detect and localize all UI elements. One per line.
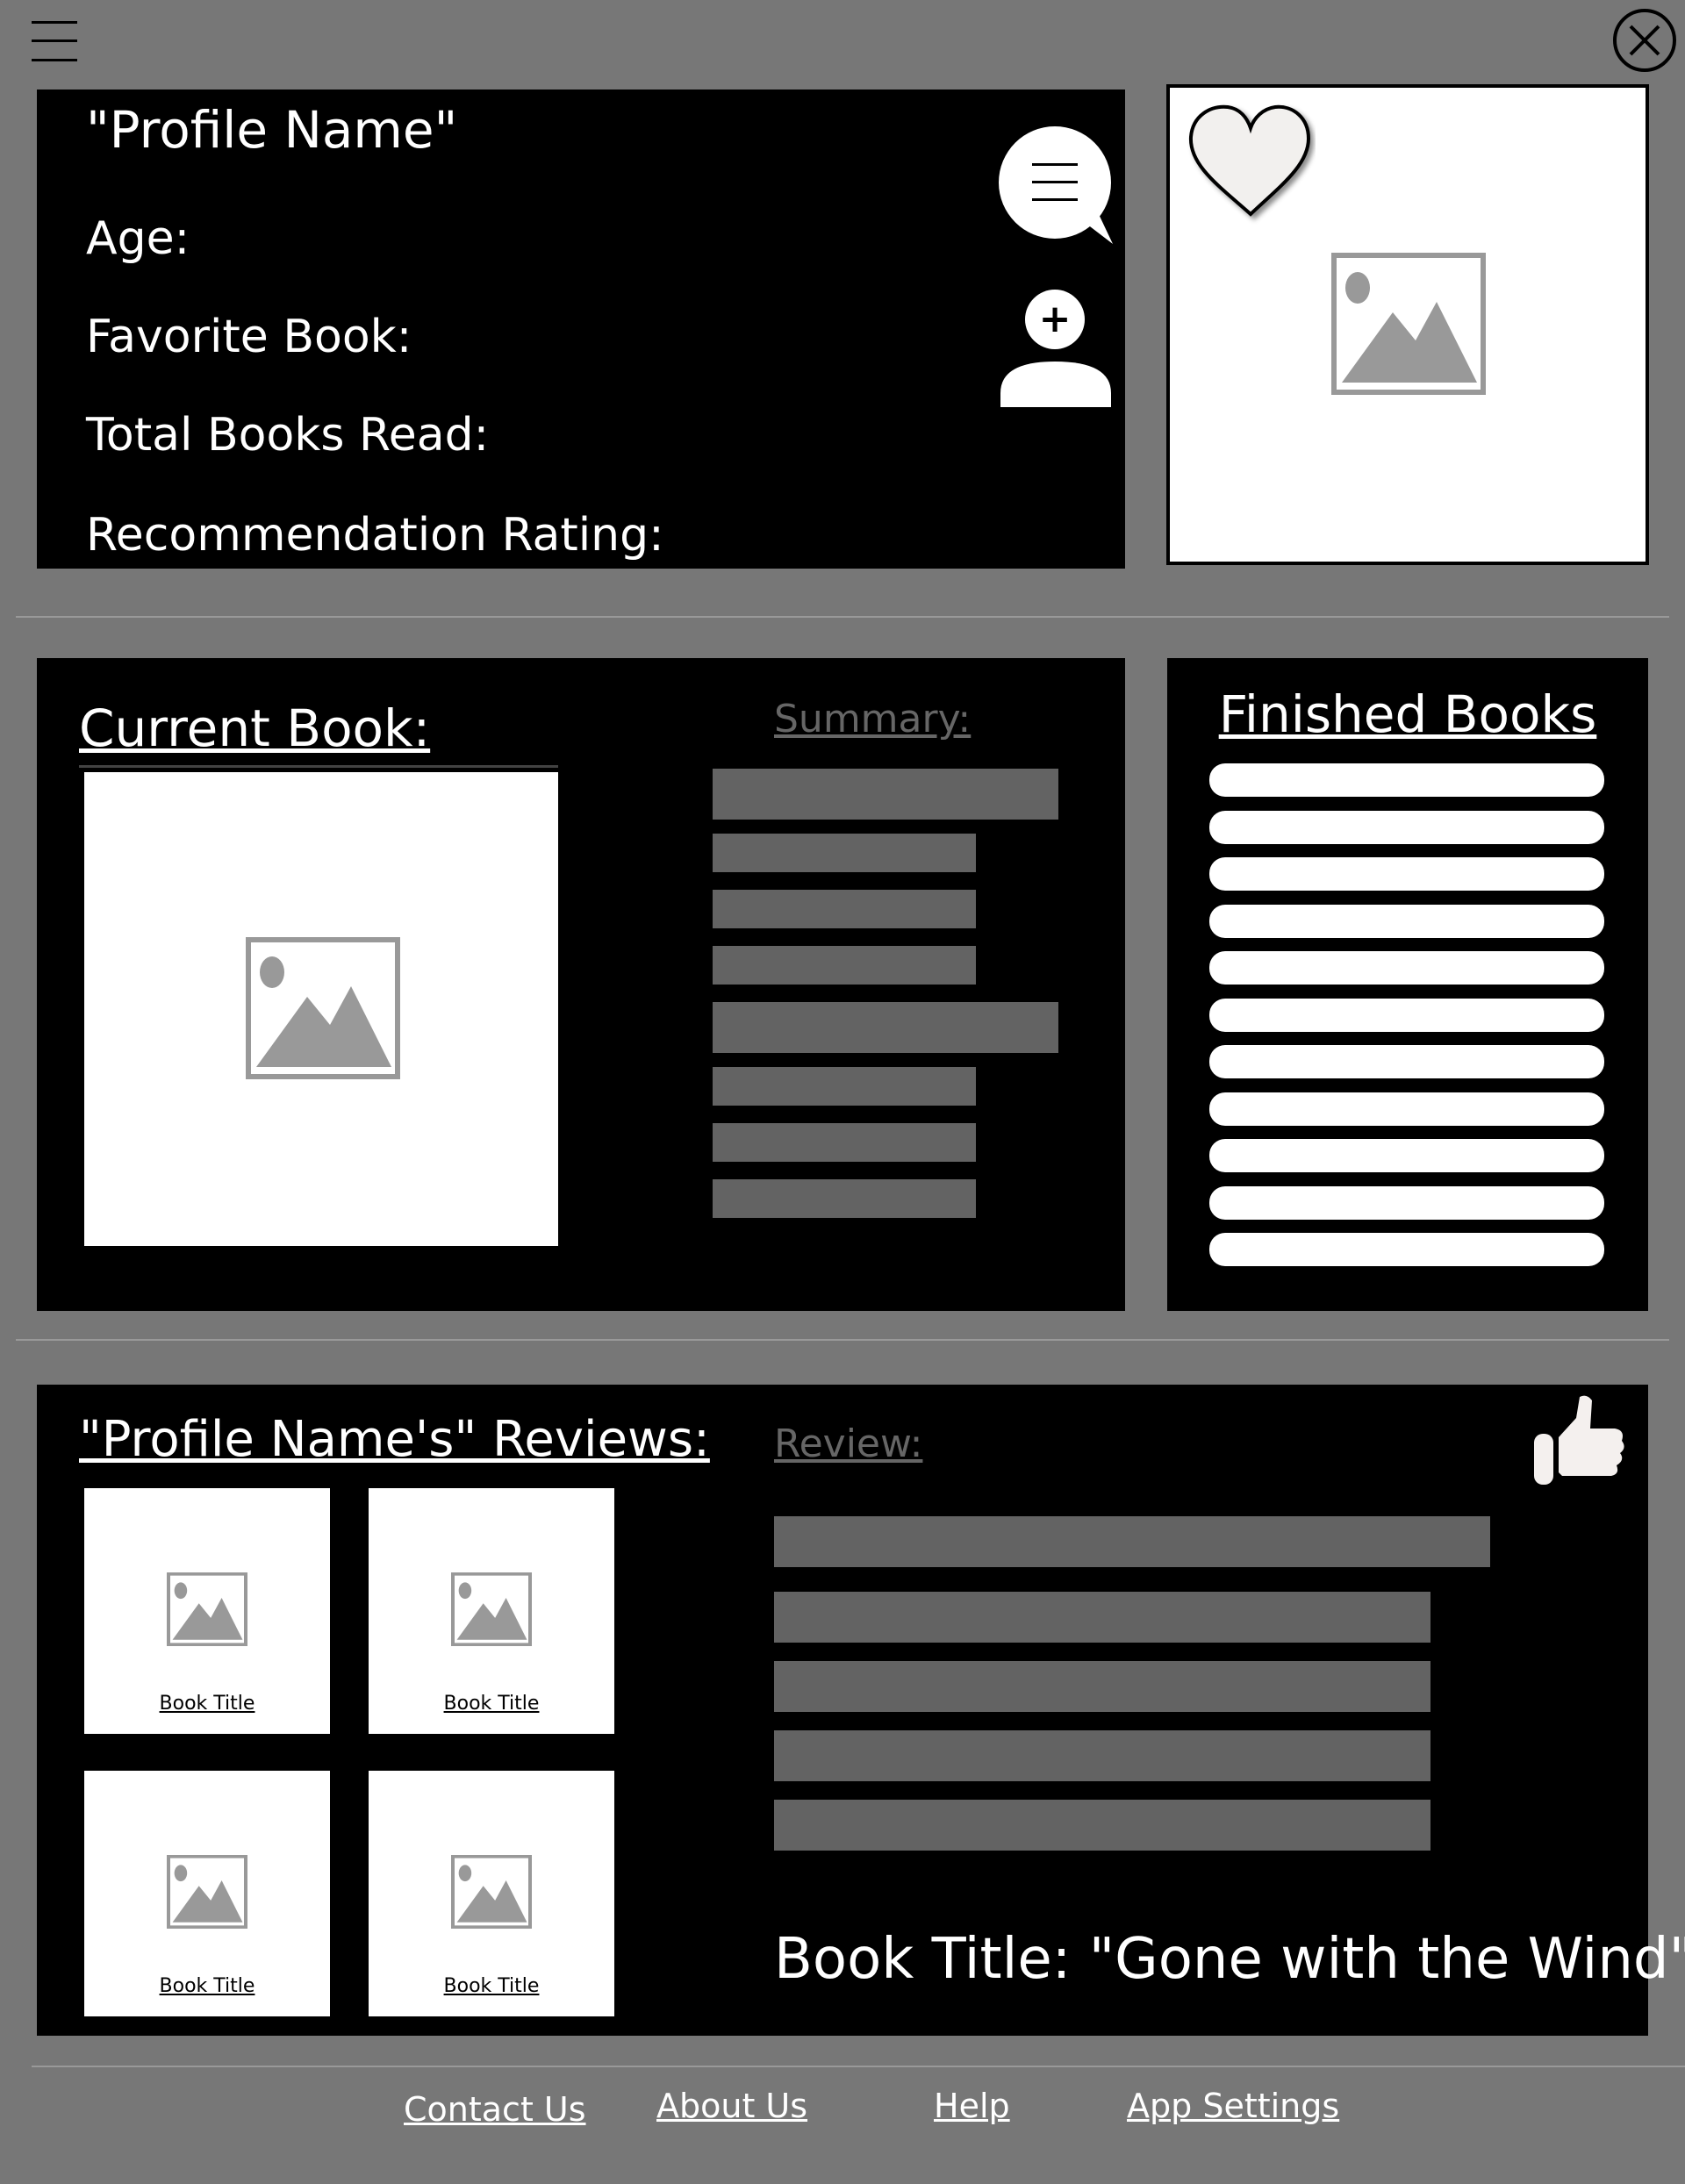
total-books-read-label: Total Books Read: — [86, 409, 490, 462]
review-label: Review: — [774, 1421, 923, 1466]
review-line — [774, 1800, 1430, 1851]
book-title-link[interactable]: Book Title — [84, 1975, 330, 1997]
section-divider — [16, 616, 1669, 618]
finished-book-item[interactable] — [1209, 1233, 1604, 1266]
review-line — [774, 1730, 1430, 1781]
summary-line — [713, 1123, 976, 1162]
review-book-tile[interactable]: Book Title — [84, 1771, 330, 2016]
finished-book-item[interactable] — [1209, 1045, 1604, 1078]
image-placeholder-icon — [450, 1572, 533, 1647]
favorite-book-card[interactable] — [1166, 84, 1649, 565]
profile-panel: "Profile Name" Age: Favorite Book: Total… — [37, 90, 1125, 569]
finished-book-item[interactable] — [1209, 1186, 1604, 1220]
current-book-cover[interactable] — [84, 772, 558, 1246]
review-line — [774, 1661, 1430, 1712]
help-link[interactable]: Help — [934, 2087, 1010, 2125]
svg-text:+: + — [1039, 297, 1072, 341]
close-icon[interactable] — [1611, 7, 1678, 74]
section-divider — [16, 1339, 1669, 1341]
thumbs-up-icon[interactable] — [1531, 1393, 1627, 1490]
finished-book-item[interactable] — [1209, 1139, 1604, 1172]
image-placeholder-icon — [450, 1854, 533, 1930]
section-divider — [32, 2066, 1685, 2067]
review-book-tile[interactable]: Book Title — [369, 1771, 614, 2016]
summary-label: Summary: — [774, 697, 972, 741]
finished-books-list — [1209, 763, 1604, 1272]
chat-icon[interactable] — [999, 125, 1116, 247]
current-book-heading: Current Book: — [79, 698, 431, 758]
contact-us-link[interactable]: Contact Us — [404, 2090, 586, 2129]
about-us-link[interactable]: About Us — [656, 2087, 807, 2125]
current-book-panel: Current Book: Summary: — [37, 658, 1125, 1311]
app-settings-link[interactable]: App Settings — [1127, 2087, 1339, 2125]
heading-underline — [79, 765, 558, 768]
review-line — [774, 1516, 1490, 1567]
summary-line — [713, 769, 1058, 820]
review-book-tile[interactable]: Book Title — [84, 1488, 330, 1734]
image-placeholder-icon — [246, 937, 400, 1079]
image-placeholder-icon — [166, 1854, 248, 1930]
summary-line — [713, 1002, 1058, 1053]
finished-book-item[interactable] — [1209, 763, 1604, 797]
finished-book-item[interactable] — [1209, 905, 1604, 938]
image-placeholder-icon — [166, 1572, 248, 1647]
book-title-link[interactable]: Book Title — [84, 1693, 330, 1715]
finished-books-heading[interactable]: Finished Books — [1167, 684, 1648, 744]
reviews-panel: "Profile Name's" Reviews: Book Title Boo… — [37, 1385, 1685, 2036]
finished-book-item[interactable] — [1209, 951, 1604, 985]
add-friend-icon[interactable]: + — [999, 286, 1113, 409]
heart-icon[interactable] — [1184, 102, 1316, 225]
summary-line — [713, 890, 976, 928]
summary-line — [713, 1179, 976, 1218]
book-title-link[interactable]: Book Title — [369, 1975, 614, 1997]
profile-name: "Profile Name" — [86, 100, 458, 160]
image-placeholder-icon — [1331, 253, 1486, 395]
finished-book-item[interactable] — [1209, 1092, 1604, 1126]
finished-book-item[interactable] — [1209, 857, 1604, 891]
book-title-link[interactable]: Book Title — [369, 1693, 614, 1715]
review-book-tile[interactable]: Book Title — [369, 1488, 614, 1734]
finished-book-item[interactable] — [1209, 999, 1604, 1032]
review-line — [774, 1592, 1430, 1643]
favorite-book-label: Favorite Book: — [86, 311, 412, 363]
review-book-title: Book Title: "Gone with the Wind" — [774, 1927, 1685, 1992]
menu-icon[interactable] — [32, 19, 77, 63]
reviews-heading: "Profile Name's" Reviews: — [79, 1411, 710, 1468]
finished-books-panel: Finished Books — [1167, 658, 1648, 1311]
age-label: Age: — [86, 212, 190, 265]
summary-line — [713, 1067, 976, 1106]
summary-line — [713, 946, 976, 985]
summary-line — [713, 834, 976, 872]
recommendation-rating-label: Recommendation Rating: — [86, 509, 664, 562]
finished-book-item[interactable] — [1209, 811, 1604, 844]
